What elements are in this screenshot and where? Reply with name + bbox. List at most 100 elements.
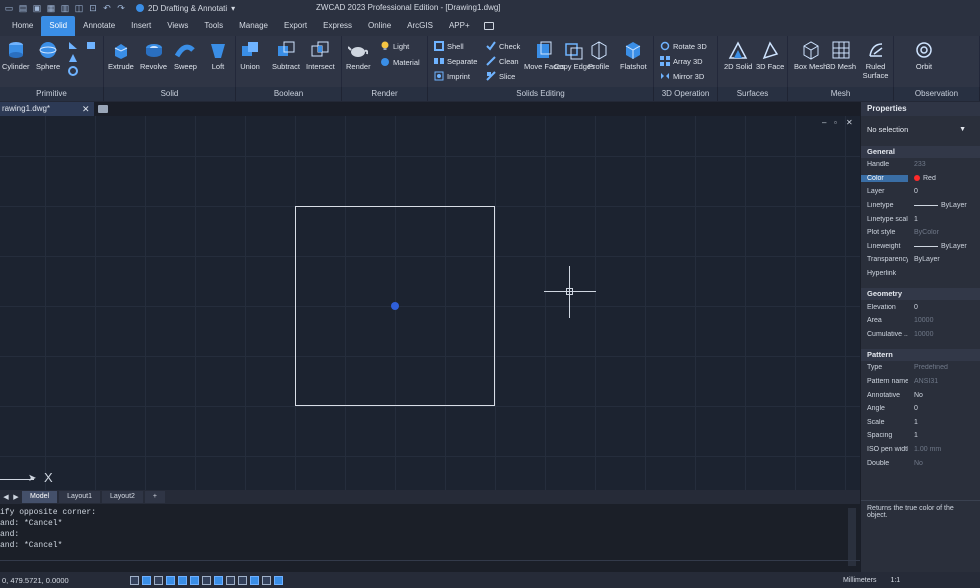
section-pattern[interactable]: Pattern: [861, 349, 980, 362]
annotation-scale[interactable]: 1:1: [890, 577, 900, 584]
property-row[interactable]: Cumulative ... 10000: [861, 328, 980, 342]
property-row[interactable]: Transparency ByLayer: [861, 253, 980, 267]
sweep-button[interactable]: Sweep: [174, 40, 197, 71]
3d-mesh-button[interactable]: 3D Mesh: [826, 40, 856, 71]
property-row[interactable]: Scale 1: [861, 416, 980, 430]
print-icon[interactable]: ▥: [60, 3, 70, 13]
saveas-icon[interactable]: ▦: [46, 3, 56, 13]
clean-button[interactable]: Clean: [486, 56, 519, 66]
property-row[interactable]: Lineweight ByLayer: [861, 240, 980, 254]
property-value[interactable]: 1: [908, 432, 980, 439]
sc-toggle-icon[interactable]: [262, 575, 271, 585]
am-toggle-icon[interactable]: [274, 575, 283, 585]
property-row[interactable]: Area 10000: [861, 314, 980, 328]
2d-solid-button[interactable]: 2D Solid: [724, 40, 752, 71]
property-row[interactable]: Linetype scale 1: [861, 212, 980, 226]
tab-nav-next-icon[interactable]: ▶: [12, 493, 20, 501]
property-value[interactable]: 10000: [908, 331, 980, 338]
property-value[interactable]: 1.00 mm: [908, 446, 980, 453]
dyn-toggle-icon[interactable]: [214, 575, 223, 585]
polar-toggle-icon[interactable]: [166, 575, 175, 585]
close-icon[interactable]: ✕: [82, 102, 90, 116]
extrude-button[interactable]: Extrude: [108, 40, 134, 71]
cone-button[interactable]: [68, 53, 78, 63]
property-row[interactable]: Type Predefined: [861, 361, 980, 375]
property-value[interactable]: ByLayer: [908, 202, 980, 209]
print-preview-icon[interactable]: ◫: [74, 3, 84, 13]
property-value[interactable]: 233: [908, 161, 980, 168]
grid-toggle-icon[interactable]: [142, 575, 151, 585]
light-button[interactable]: Light: [380, 41, 409, 51]
cylinder-button[interactable]: Cylinder: [2, 40, 30, 71]
property-value[interactable]: ByLayer: [908, 256, 980, 263]
document-tab[interactable]: rawing1.dwg*: [0, 102, 94, 116]
profile-button[interactable]: Profile: [588, 40, 609, 71]
osnap-toggle-icon[interactable]: [178, 575, 187, 585]
sphere-button[interactable]: Sphere: [36, 40, 60, 71]
lineweight-toggle-icon[interactable]: [226, 575, 235, 585]
subtract-button[interactable]: Subtract: [272, 40, 300, 71]
orbit-button[interactable]: Orbit: [914, 40, 934, 71]
property-value[interactable]: 1: [908, 419, 980, 426]
ruled-surface-button[interactable]: Ruled Surface: [858, 40, 893, 80]
tab-layout2[interactable]: Layout2: [102, 491, 143, 503]
section-geometry[interactable]: Geometry: [861, 288, 980, 301]
wedge-button[interactable]: [68, 40, 78, 50]
save-icon[interactable]: ▣: [32, 3, 42, 13]
property-value[interactable]: ANSI31: [908, 378, 980, 385]
otrack-toggle-icon[interactable]: [190, 575, 199, 585]
ducs-toggle-icon[interactable]: [202, 575, 211, 585]
property-row[interactable]: Hyperlink: [861, 267, 980, 281]
torus-button[interactable]: [68, 66, 78, 76]
property-value[interactable]: 1: [908, 216, 980, 223]
property-row[interactable]: Layer 0: [861, 185, 980, 199]
section-general[interactable]: General: [861, 146, 980, 158]
loft-button[interactable]: Loft: [208, 40, 228, 71]
property-row[interactable]: Handle 233: [861, 158, 980, 172]
minimize-icon[interactable]: –: [822, 118, 826, 127]
plot-icon[interactable]: ⊡: [88, 3, 98, 13]
imprint-button[interactable]: Imprint: [434, 71, 470, 81]
undo-icon[interactable]: ↶: [102, 3, 112, 13]
tab-insert[interactable]: Insert: [123, 16, 159, 36]
tab-tools[interactable]: Tools: [196, 16, 231, 36]
add-layout-button[interactable]: +: [144, 491, 166, 503]
mirror-3d-button[interactable]: Mirror 3D: [660, 71, 704, 81]
command-scrollbar[interactable]: [848, 508, 856, 566]
center-grip[interactable]: [391, 302, 399, 310]
property-row[interactable]: Linetype ByLayer: [861, 199, 980, 213]
property-row[interactable]: Color Red: [861, 172, 980, 186]
property-value[interactable]: Red: [908, 175, 980, 182]
ribbon-minimize-icon[interactable]: [483, 22, 494, 30]
separate-button[interactable]: Separate: [434, 56, 477, 66]
tab-online[interactable]: Online: [360, 16, 399, 36]
snap-toggle-icon[interactable]: [130, 575, 139, 585]
render-button[interactable]: Render: [346, 40, 371, 71]
new-tab-icon[interactable]: [98, 105, 108, 113]
check-button[interactable]: Check: [486, 41, 520, 51]
command-input[interactable]: [0, 560, 860, 572]
tab-home[interactable]: Home: [4, 16, 41, 36]
tab-arcgis[interactable]: ArcGIS: [399, 16, 441, 36]
restore-icon[interactable]: ▫: [834, 118, 837, 127]
box-button[interactable]: [86, 40, 96, 50]
tab-views[interactable]: Views: [159, 16, 196, 36]
property-row[interactable]: ISO pen width 1.00 mm: [861, 443, 980, 457]
redo-icon[interactable]: ↷: [116, 3, 126, 13]
property-row[interactable]: Pattern name ANSI31: [861, 375, 980, 389]
property-row[interactable]: Spacing 1: [861, 429, 980, 443]
units-selector[interactable]: Millimeters: [843, 577, 876, 584]
property-value[interactable]: 10000: [908, 317, 980, 324]
tab-layout1[interactable]: Layout1: [59, 491, 100, 503]
flatshot-button[interactable]: Flatshot: [620, 40, 647, 71]
tab-express[interactable]: Express: [315, 16, 360, 36]
tab-solid[interactable]: Solid: [41, 16, 76, 36]
material-button[interactable]: Material: [380, 57, 420, 67]
selection-dropdown[interactable]: No selection ▼: [861, 120, 980, 138]
qp-toggle-icon[interactable]: [250, 575, 259, 585]
shell-button[interactable]: Shell: [434, 41, 464, 51]
property-row[interactable]: Annotative No: [861, 388, 980, 402]
property-value[interactable]: No: [908, 392, 980, 399]
rotate-3d-button[interactable]: Rotate 3D: [660, 41, 707, 51]
tab-model[interactable]: Model: [22, 491, 58, 503]
